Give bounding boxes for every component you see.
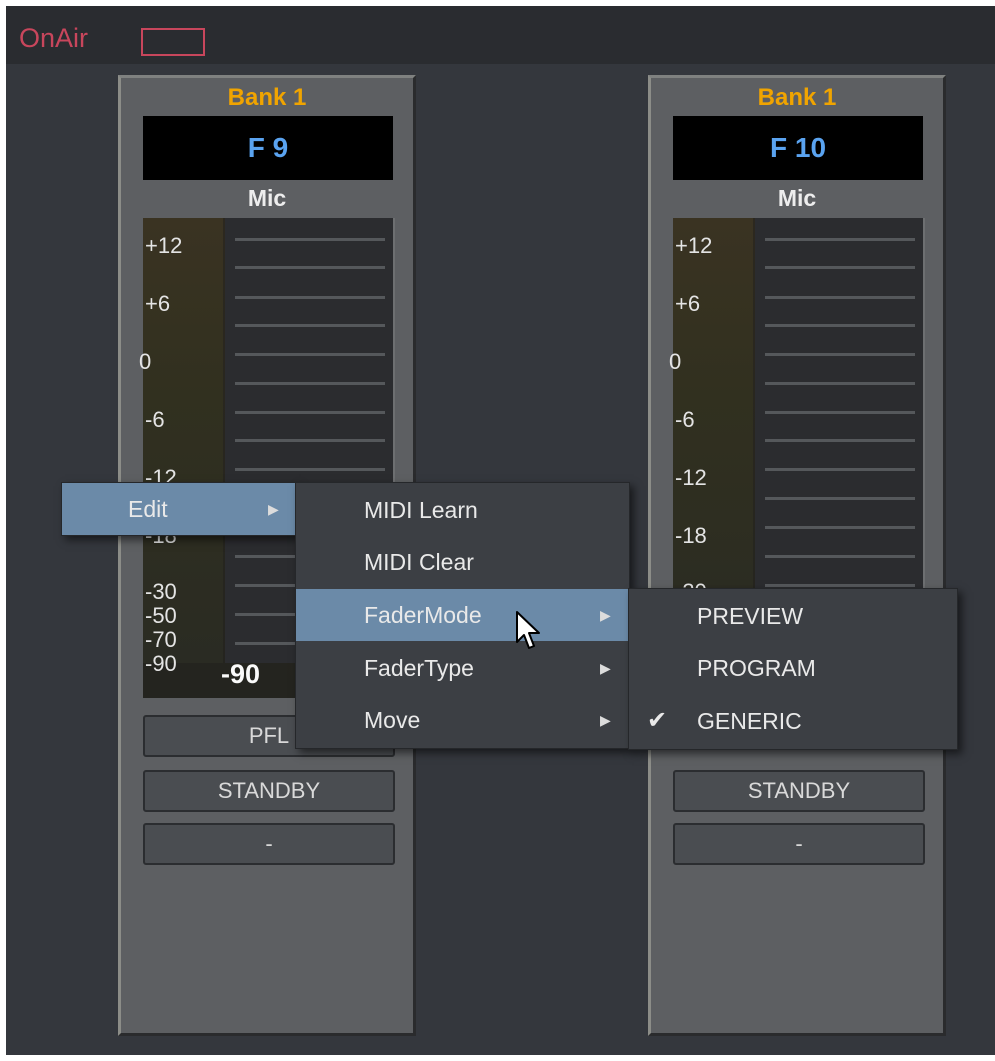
meter-tick bbox=[235, 468, 385, 471]
meter-label: +12 bbox=[675, 233, 713, 258]
meter-label: -30 bbox=[145, 579, 177, 604]
meter-tick bbox=[235, 353, 385, 356]
mouse-cursor-icon bbox=[516, 611, 540, 649]
meter-tick bbox=[765, 266, 915, 269]
menu-item-fadermode[interactable]: FaderMode ▶ bbox=[296, 589, 629, 641]
meter-tick bbox=[765, 526, 915, 529]
meter-tick bbox=[235, 238, 385, 241]
meter-label: -50 bbox=[145, 603, 177, 628]
meter-tick bbox=[235, 266, 385, 269]
submenu-arrow-icon: ▶ bbox=[600, 660, 611, 676]
meter-tick bbox=[765, 411, 915, 414]
menu-item-label: FaderType bbox=[364, 655, 474, 681]
source-label: Mic bbox=[247, 185, 287, 211]
meter-tick bbox=[235, 324, 385, 327]
meter-label: -12 bbox=[675, 465, 707, 490]
meter-label: +12 bbox=[145, 233, 183, 258]
menu-item-midi-clear[interactable]: MIDI Clear bbox=[296, 536, 629, 588]
menu-item-label: Move bbox=[364, 707, 421, 733]
meter-label: +6 bbox=[145, 291, 171, 316]
meter-tick bbox=[765, 497, 915, 500]
check-icon: ✔ bbox=[647, 707, 668, 734]
meter-label: -90 bbox=[145, 651, 177, 676]
standby-button[interactable]: STANDBY bbox=[143, 770, 395, 812]
meter-label: 0 bbox=[669, 349, 682, 374]
level-readout: -90 bbox=[221, 659, 261, 689]
menu-item-label: Edit bbox=[128, 496, 168, 522]
meter-tick bbox=[765, 439, 915, 442]
menu-item-edit[interactable]: Edit ▶ bbox=[62, 483, 296, 535]
meter-label: -6 bbox=[675, 407, 695, 432]
standby-button[interactable]: STANDBY bbox=[673, 770, 925, 812]
menu-item-move[interactable]: Move ▶ bbox=[296, 694, 629, 746]
menu-item-label: MIDI Clear bbox=[364, 549, 474, 575]
assign-button[interactable]: - bbox=[673, 823, 925, 865]
title-bar: OnAir bbox=[6, 6, 995, 64]
meter-tick bbox=[235, 296, 385, 299]
meter-tick bbox=[765, 238, 915, 241]
context-menu: Edit ▶ bbox=[61, 482, 297, 536]
meter-label: -18 bbox=[675, 523, 707, 548]
menu-item-midi-learn[interactable]: MIDI Learn bbox=[296, 484, 629, 536]
assign-button[interactable]: - bbox=[143, 823, 395, 865]
meter-tick bbox=[765, 353, 915, 356]
fader-name-display: F 9 bbox=[143, 116, 393, 180]
menu-item-label: PREVIEW bbox=[697, 603, 804, 629]
meter-tick bbox=[765, 584, 915, 587]
menu-item-label: PROGRAM bbox=[697, 655, 816, 681]
fader-strip-f10: Bank 1 F 10 Mic +12 +6 0 -6 -12 -18 -30 … bbox=[648, 75, 946, 1036]
meter-tick bbox=[765, 382, 915, 385]
fader-name-display: F 10 bbox=[673, 116, 923, 180]
menu-item-program[interactable]: PROGRAM bbox=[629, 642, 957, 694]
menu-item-label: MIDI Learn bbox=[364, 497, 478, 523]
menu-item-preview[interactable]: PREVIEW bbox=[629, 590, 957, 642]
submenu-arrow-icon: ▶ bbox=[600, 607, 611, 623]
bank-label: Bank 1 bbox=[227, 84, 307, 111]
meter-tick bbox=[765, 555, 915, 558]
menu-item-label: FaderMode bbox=[364, 602, 482, 628]
fader-name: F 10 bbox=[769, 132, 827, 163]
bank-label: Bank 1 bbox=[757, 84, 837, 111]
meter-tick bbox=[235, 411, 385, 414]
onair-label: OnAir bbox=[19, 23, 89, 53]
source-label: Mic bbox=[777, 185, 817, 211]
menu-item-fadertype[interactable]: FaderType ▶ bbox=[296, 642, 629, 694]
meter-tick bbox=[235, 439, 385, 442]
meter-label: -70 bbox=[145, 627, 177, 652]
menu-item-label: GENERIC bbox=[697, 708, 802, 734]
meter-label: -6 bbox=[145, 407, 165, 432]
fader-name: F 9 bbox=[247, 132, 289, 163]
submenu-arrow-icon: ▶ bbox=[268, 501, 279, 517]
edit-submenu: MIDI Learn MIDI Clear FaderMode ▶ FaderT… bbox=[295, 482, 630, 749]
meter-tick bbox=[765, 468, 915, 471]
meter-tick bbox=[235, 382, 385, 385]
meter-tick bbox=[765, 324, 915, 327]
meter-tick bbox=[765, 296, 915, 299]
meter-label: 0 bbox=[139, 349, 152, 374]
fadermode-submenu: PREVIEW PROGRAM ✔ GENERIC bbox=[628, 588, 958, 750]
menu-item-generic[interactable]: ✔ GENERIC bbox=[629, 695, 957, 747]
submenu-arrow-icon: ▶ bbox=[600, 712, 611, 728]
meter-label: +6 bbox=[675, 291, 701, 316]
onair-indicator[interactable] bbox=[141, 28, 205, 56]
